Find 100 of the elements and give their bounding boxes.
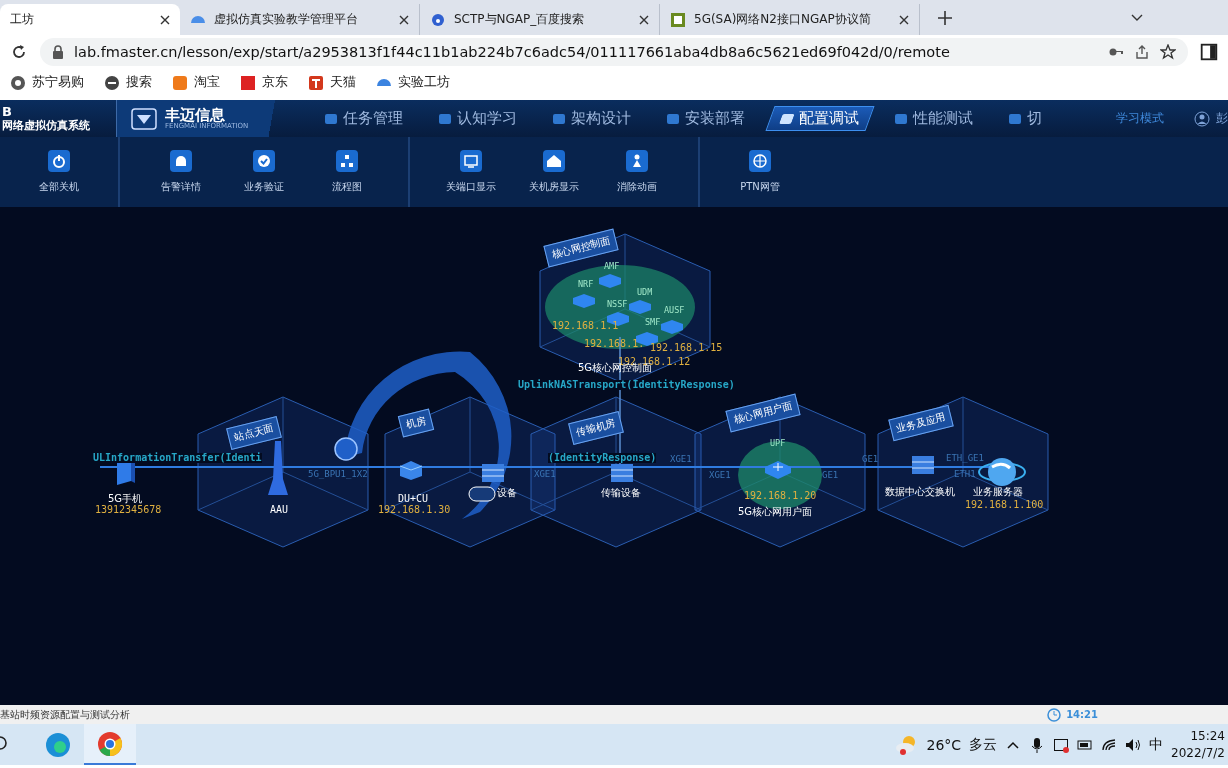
port-label: GE1 [822,471,839,480]
room-label: 机房 [397,408,435,438]
system-name: 网络虚拟仿真系统 [2,119,91,132]
clock-date: 2022/7/2 [1171,744,1225,761]
function-label: UDM [637,288,653,297]
user-icon [1194,110,1210,127]
nav-tab[interactable]: 任务管理 [314,106,415,131]
signal-message: (IdentityResponse) [548,453,657,463]
logo-name: 丰迈信息 [165,107,225,123]
port-label: XGE1 [534,470,556,479]
plane-label: 5G核心网控制面 [578,363,653,373]
brand-text: B [2,105,13,120]
toolbar-button[interactable]: 流程图 [305,137,389,207]
ip-address: 192.168.1.1 [552,321,619,331]
browser-tab[interactable]: SCTP与NGAP_百度搜索 [420,4,660,35]
close-icon [160,14,170,25]
bookmark-link[interactable]: 实验工坊 [398,74,450,91]
nav-tab[interactable]: 性能测试 [884,106,985,131]
browser-tab[interactable]: 工坊 [0,4,180,35]
toolbar-button[interactable]: 关机房显示 [512,137,596,207]
signal-message: ULInformationTransfer(Identi [93,453,262,463]
device-label: AAU [270,505,289,515]
site-icon [670,11,686,28]
bell-icon [170,150,192,172]
nav-tab[interactable]: 配置调试 [765,106,875,131]
server-icon [398,460,424,480]
antenna-icon [266,439,290,495]
nav-tab[interactable]: 安装部署 [656,106,757,131]
toolbar-button[interactable]: 消除动画 [595,137,679,207]
flowchart-icon [336,150,358,172]
function-label: UPF [770,439,786,448]
nav-tab[interactable]: 切 [998,106,1054,131]
address-bar[interactable]: lab.fmaster.cn/lesson/exp/start/a2953813f1f44c11b1ab224b7c6adc54/011117661aba4db8a6c5621ed69f042d/0/remote [40,37,1188,66]
house-icon [543,150,565,172]
monitor-icon [460,150,482,172]
device-label: 传输设备 [601,488,641,498]
bookmark-link[interactable]: 京东 [262,74,288,91]
chevron-down-icon [1131,14,1143,21]
bookmark-link[interactable]: 淘宝 [194,74,220,91]
room-label: 传输机房 [568,411,624,445]
task-title: 基站时频资源配置与测试分析 [0,707,130,722]
nav-tab[interactable]: 架构设计 [542,106,643,131]
logo-icon [131,107,157,130]
nav-icon [439,113,452,124]
bookmark-link[interactable]: 搜索 [126,74,152,91]
user-name[interactable]: 彭 [1216,110,1228,127]
close-icon [639,14,649,25]
monitor-icon[interactable] [1053,736,1070,753]
nav-icon [895,113,908,124]
toolbar-button[interactable]: 告警详情 [139,137,223,207]
room-label: 核心网用户面 [725,393,801,433]
signal-message: UplinkNASTransport(IdentityResponse) [518,380,735,390]
toolbar-button[interactable]: PTN网管 [718,137,802,207]
toggle-icon [468,486,496,502]
rack-icon [481,463,505,483]
mode-link[interactable]: 学习模式 [1116,110,1164,127]
nav-icon [553,113,566,124]
ip-address: 192.168.1.15 [650,343,723,353]
function-label: AMF [604,262,620,271]
browser-tab[interactable]: 虚拟仿真实验教学管理平台 [180,4,420,35]
input-method[interactable]: 中 [1149,735,1164,754]
browser-tab[interactable]: 5G(SA)网络N2接口NGAP协议简 [660,4,920,35]
port-label: XGE1 [670,455,692,464]
wifi-icon[interactable] [1101,736,1118,753]
router-icon [660,319,684,335]
device-label: DU+CU [398,494,429,504]
site-icon [430,11,446,28]
router-icon [763,459,793,481]
room-label: 站点天面 [226,416,282,450]
rack-icon [610,463,634,483]
ip-address: 192.168.1.100 [965,500,1044,510]
function-label: NSSF [607,300,628,309]
device-label: 设备 [497,488,517,498]
nav-tab[interactable]: 认知学习 [428,106,529,131]
grid-icon [749,150,771,172]
chrome-icon[interactable] [97,730,123,757]
port-label: ETH_GE1 [946,454,984,463]
bookmark-link[interactable]: 天猫 [330,74,356,91]
square-icon [308,74,324,91]
device-label: 5G手机 [108,494,143,504]
bookmark-link[interactable]: 苏宁易购 [32,74,84,91]
room-label: 业务及应用 [888,404,954,442]
function-label: SMF [645,318,661,327]
toolbar-button[interactable]: 关端口显示 [429,137,513,207]
share-icon [1134,43,1150,60]
device-label: 业务服务器 [973,487,1023,497]
ip-address: 13912345678 [95,505,162,515]
nav-icon [1009,113,1022,124]
toolbar-button[interactable]: 全部关机 [17,137,101,207]
edge-icon[interactable] [44,730,72,759]
dome-icon [376,78,392,87]
ip-address: 192.168.1.30 [378,505,451,515]
figure-icon [626,150,648,172]
check-icon [253,150,275,172]
toolbar-button[interactable]: 业务验证 [222,137,306,207]
rack-icon [911,455,935,475]
lock-icon [52,44,64,59]
temperature-text: 26°C [926,736,962,753]
clock-time: 15:24 [1190,728,1225,745]
side-panel-icon [1200,42,1218,61]
